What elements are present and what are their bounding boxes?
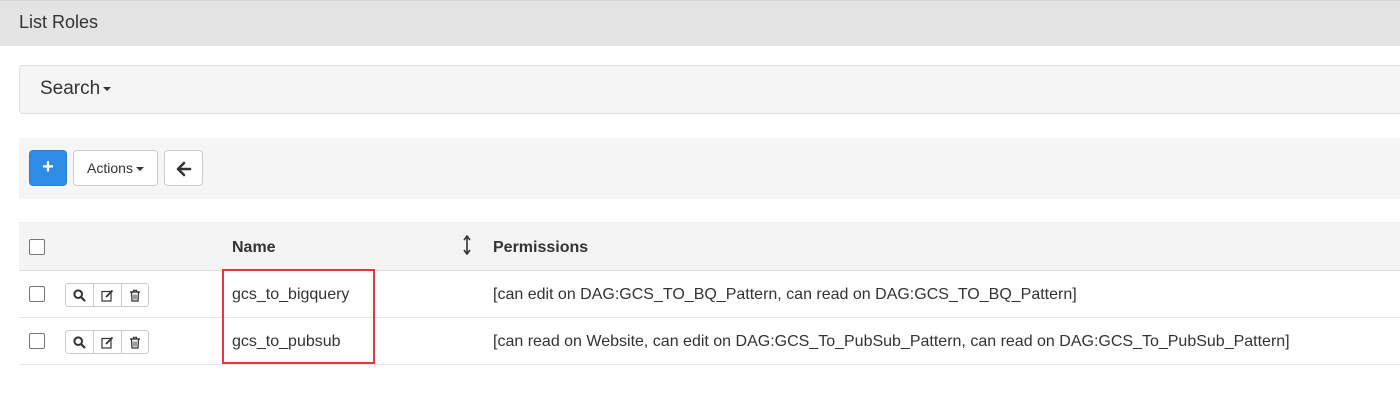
edit-icon xyxy=(101,336,114,349)
row-actions xyxy=(65,330,149,354)
search-label: Search xyxy=(40,78,101,99)
column-header-permissions[interactable]: Permissions xyxy=(493,239,588,257)
delete-button[interactable] xyxy=(122,284,148,306)
view-button[interactable] xyxy=(66,331,94,353)
table-row: gcs_to_pubsub [can read on Website, can … xyxy=(19,318,1400,365)
row-checkbox[interactable] xyxy=(29,286,45,302)
back-button[interactable] xyxy=(164,150,203,186)
arrow-left-icon xyxy=(176,161,192,177)
delete-button[interactable] xyxy=(122,331,148,353)
trash-icon xyxy=(130,289,140,302)
view-button[interactable] xyxy=(66,284,94,306)
table-header: Name Permissions xyxy=(19,222,1400,271)
roles-table: Name Permissions gcs_to_bigquery [can ed… xyxy=(19,222,1400,365)
actions-label: Actions xyxy=(87,160,133,176)
role-permissions: [can read on Website, can edit on DAG:GC… xyxy=(493,333,1290,350)
edit-button[interactable] xyxy=(94,284,122,306)
edit-icon xyxy=(101,289,114,302)
search-panel: Search xyxy=(19,65,1400,114)
edit-button[interactable] xyxy=(94,331,122,353)
page-header: List Roles xyxy=(0,0,1400,46)
table-row: gcs_to_bigquery [can edit on DAG:GCS_TO_… xyxy=(19,271,1400,318)
search-toggle[interactable]: Search xyxy=(40,78,112,100)
role-name: gcs_to_pubsub xyxy=(232,333,341,350)
role-permissions: [can edit on DAG:GCS_TO_BQ_Pattern, can … xyxy=(493,286,1077,303)
column-header-name[interactable]: Name xyxy=(232,239,276,257)
actions-dropdown[interactable]: Actions xyxy=(73,150,158,186)
page-title: List Roles xyxy=(19,12,99,32)
search-icon xyxy=(73,288,86,302)
row-checkbox[interactable] xyxy=(29,333,45,349)
search-icon xyxy=(73,335,86,349)
role-name: gcs_to_bigquery xyxy=(232,286,350,303)
caret-down-icon xyxy=(135,167,144,172)
caret-down-icon xyxy=(103,86,112,91)
add-button[interactable]: + xyxy=(29,150,67,186)
toolbar: + Actions xyxy=(19,138,1400,199)
sort-icon[interactable] xyxy=(463,235,471,255)
trash-icon xyxy=(130,336,140,349)
select-all-checkbox[interactable] xyxy=(29,239,45,255)
row-actions xyxy=(65,283,149,307)
